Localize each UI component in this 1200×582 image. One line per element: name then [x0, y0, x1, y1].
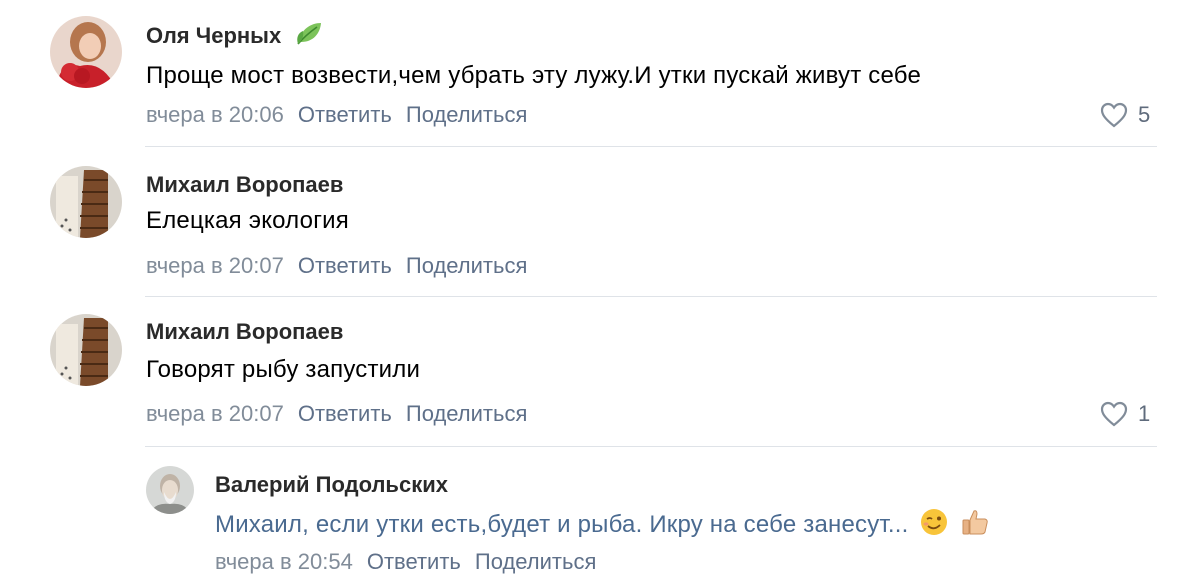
author-name[interactable]: Оля Черных: [146, 21, 323, 53]
comment-date[interactable]: вчера в 20:07: [146, 401, 284, 426]
like-button[interactable]: 1: [1100, 401, 1150, 427]
comment-meta: вчера в 20:07 Ответить Поделиться: [146, 253, 527, 279]
comment-meta: вчера в 20:06 Ответить Поделиться: [146, 102, 527, 128]
avatar[interactable]: [50, 16, 122, 88]
divider: [145, 296, 1157, 297]
avatar[interactable]: [50, 314, 122, 386]
comment-text: Проще мост возвести,чем убрать эту лужу.…: [146, 62, 921, 89]
thumbs-up-emoji-icon: [960, 507, 990, 544]
share-button[interactable]: Поделиться: [406, 102, 527, 127]
comment-date[interactable]: вчера в 20:07: [146, 253, 284, 278]
heart-icon: [1100, 102, 1128, 128]
comment-date[interactable]: вчера в 20:54: [215, 549, 353, 574]
author-name-text[interactable]: Оля Черных: [146, 23, 281, 48]
divider: [145, 146, 1157, 147]
wink-emoji-icon: [919, 507, 949, 544]
avatar[interactable]: [50, 166, 122, 238]
divider: [145, 446, 1157, 447]
reply-button[interactable]: Ответить: [298, 253, 392, 278]
share-button[interactable]: Поделиться: [406, 401, 527, 426]
like-button[interactable]: 5: [1100, 102, 1150, 128]
reply-button[interactable]: Ответить: [298, 401, 392, 426]
reply-button[interactable]: Ответить: [298, 102, 392, 127]
avatar[interactable]: [146, 466, 194, 514]
comment-text-body: Михаил, если утки есть,будет и рыба. Икр…: [215, 510, 909, 538]
leaf-icon: [295, 21, 323, 53]
author-name[interactable]: Валерий Подольских: [215, 472, 448, 498]
comment-text: Михаил, если утки есть,будет и рыба. Икр…: [215, 507, 990, 544]
comment-meta: вчера в 20:54 Ответить Поделиться: [215, 549, 596, 575]
comment-date[interactable]: вчера в 20:06: [146, 102, 284, 127]
comment-meta: вчера в 20:07 Ответить Поделиться: [146, 401, 527, 427]
share-button[interactable]: Поделиться: [406, 253, 527, 278]
comment-text: Елецкая экология: [146, 207, 349, 234]
share-button[interactable]: Поделиться: [475, 549, 596, 574]
author-name[interactable]: Михаил Воропаев: [146, 319, 343, 345]
heart-icon: [1100, 401, 1128, 427]
like-count: 1: [1138, 401, 1151, 426]
like-count: 5: [1138, 102, 1151, 127]
comment-text: Говорят рыбу запустили: [146, 356, 421, 383]
reply-button[interactable]: Ответить: [367, 549, 461, 574]
author-name[interactable]: Михаил Воропаев: [146, 172, 343, 198]
